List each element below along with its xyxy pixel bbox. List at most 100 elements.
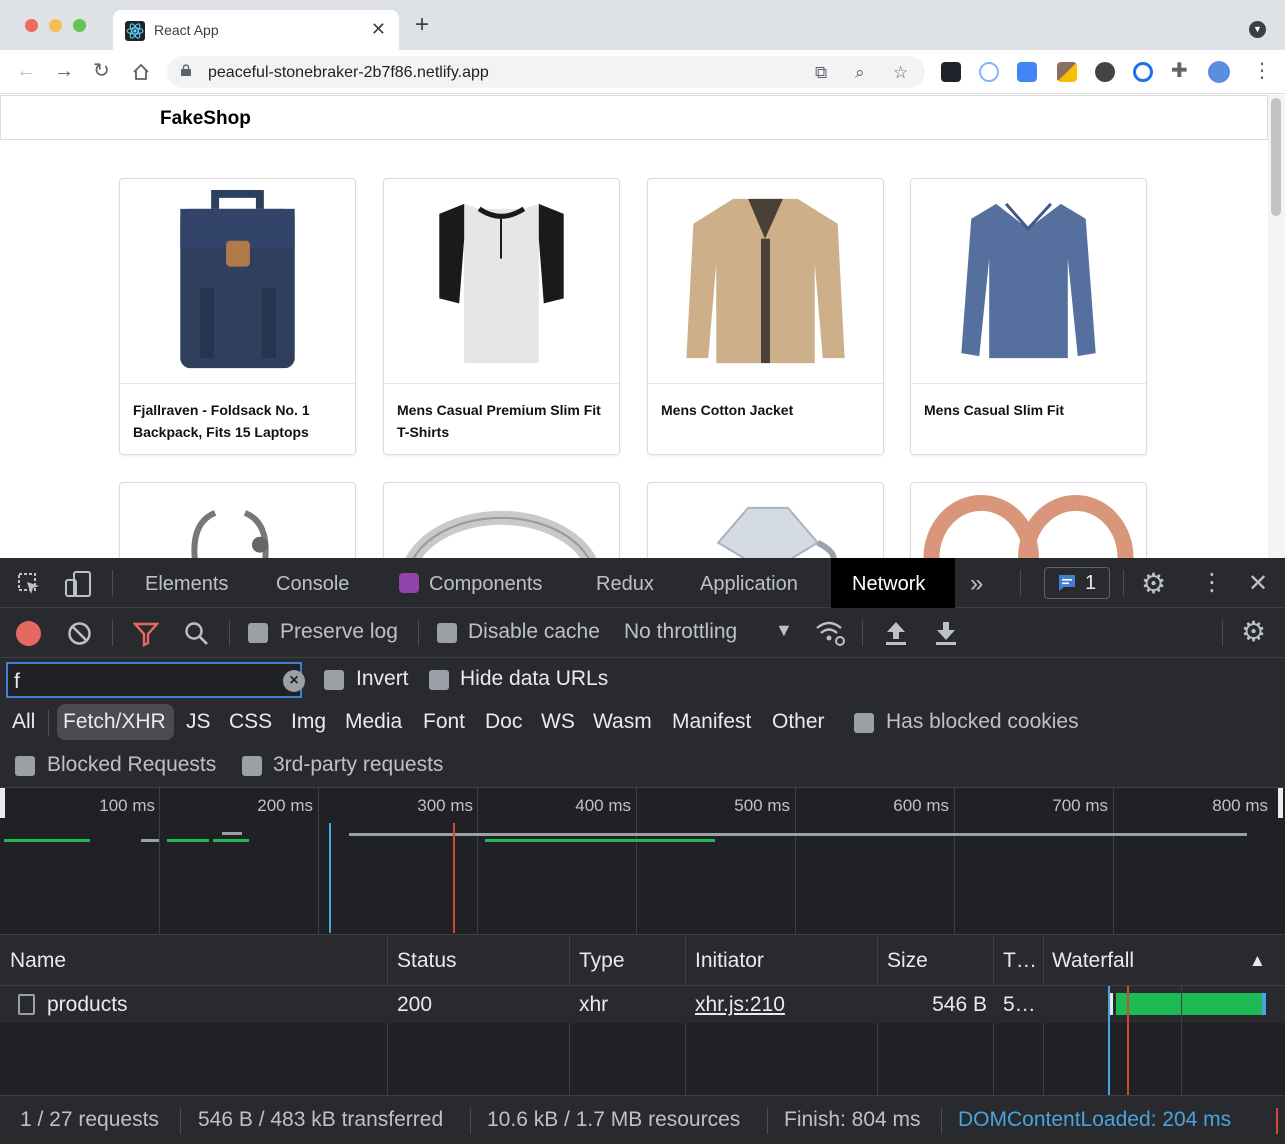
export-har-icon[interactable] bbox=[934, 620, 958, 646]
window-maximize-button[interactable] bbox=[73, 19, 86, 32]
network-status-bar: 1 / 27 requests 546 B / 483 kB transferr… bbox=[0, 1095, 1285, 1144]
device-toolbar-icon[interactable] bbox=[64, 570, 92, 598]
devtools-menu-icon[interactable]: ⋮ bbox=[1200, 568, 1224, 597]
settings-gear-icon[interactable]: ⚙ bbox=[1141, 567, 1166, 600]
table-row[interactable]: products 200 xhr xhr.js:210 546 B 5… bbox=[0, 986, 1285, 1023]
extension-ring-icon[interactable] bbox=[1133, 62, 1153, 82]
react-devtools-extension-icon[interactable] bbox=[941, 62, 961, 82]
extension-target-icon[interactable] bbox=[979, 62, 999, 82]
third-party-requests-label: 3rd-party requests bbox=[273, 753, 444, 776]
browser-tab[interactable]: React App ✕ bbox=[113, 10, 399, 50]
network-conditions-icon[interactable] bbox=[815, 619, 847, 647]
clear-icon[interactable] bbox=[67, 621, 92, 646]
request-name: products bbox=[47, 993, 128, 1016]
more-tabs-icon[interactable]: » bbox=[970, 570, 983, 598]
search-icon[interactable] bbox=[184, 621, 210, 647]
timeline-bar bbox=[213, 839, 249, 842]
page-viewport: FakeShop Fjallraven - Foldsack No. 1 Bac… bbox=[0, 95, 1285, 558]
filter-type-other[interactable]: Other bbox=[772, 710, 825, 734]
column-initiator[interactable]: Initiator bbox=[695, 949, 764, 973]
filter-type-ws[interactable]: WS bbox=[541, 710, 575, 734]
product-card[interactable] bbox=[910, 482, 1147, 558]
filter-type-css[interactable]: CSS bbox=[229, 710, 272, 734]
home-icon[interactable] bbox=[131, 62, 151, 82]
record-button[interactable] bbox=[16, 621, 41, 646]
clear-filter-icon[interactable]: × bbox=[283, 670, 305, 692]
product-card[interactable] bbox=[647, 482, 884, 558]
timeline-tick: 200 ms bbox=[257, 796, 313, 815]
overview-right-handle[interactable] bbox=[1278, 788, 1283, 818]
profile-avatar[interactable] bbox=[1208, 61, 1230, 83]
browser-menu-icon[interactable]: ⋮ bbox=[1252, 59, 1272, 83]
network-overview-timeline[interactable]: 100 ms 200 ms 300 ms 400 ms 500 ms 600 m… bbox=[0, 788, 1285, 935]
bookmark-star-icon[interactable]: ☆ bbox=[893, 63, 908, 83]
preserve-log-checkbox[interactable] bbox=[248, 623, 268, 643]
product-card[interactable]: Mens Casual Slim Fit bbox=[910, 178, 1147, 455]
sort-ascending-icon[interactable]: ▲ bbox=[1249, 951, 1266, 971]
forward-icon[interactable]: → bbox=[54, 59, 74, 83]
filter-type-doc[interactable]: Doc bbox=[485, 710, 522, 734]
overview-left-handle[interactable] bbox=[0, 788, 5, 818]
tab-close-icon[interactable]: ✕ bbox=[371, 19, 386, 40]
tab-components[interactable]: Components bbox=[429, 573, 542, 596]
filter-input[interactable]: f × bbox=[6, 662, 305, 698]
filter-type-font[interactable]: Font bbox=[423, 710, 465, 734]
disable-cache-checkbox[interactable] bbox=[437, 623, 457, 643]
waterfall-dcl-line bbox=[1108, 986, 1110, 1095]
has-blocked-cookies-checkbox[interactable] bbox=[854, 713, 874, 733]
column-name[interactable]: Name bbox=[10, 949, 66, 973]
tab-search-icon[interactable]: ▼ bbox=[1249, 21, 1266, 38]
filter-type-manifest[interactable]: Manifest bbox=[672, 710, 751, 734]
site-brand[interactable]: FakeShop bbox=[160, 108, 251, 130]
zoom-icon[interactable]: ⌕ bbox=[855, 63, 865, 83]
product-card[interactable] bbox=[119, 482, 356, 558]
column-waterfall[interactable]: Waterfall bbox=[1052, 949, 1134, 973]
react-favicon-icon bbox=[125, 21, 145, 41]
requests-table: Name Status Type Initiator Size T… Water… bbox=[0, 935, 1285, 1095]
inspect-element-icon[interactable] bbox=[17, 572, 41, 596]
column-status[interactable]: Status bbox=[397, 949, 457, 973]
throttling-dropdown-icon[interactable]: ▼ bbox=[775, 620, 793, 641]
network-settings-gear-icon[interactable]: ⚙ bbox=[1241, 615, 1266, 648]
product-card[interactable] bbox=[383, 482, 620, 558]
tab-elements[interactable]: Elements bbox=[145, 573, 228, 596]
extension-dots-icon[interactable] bbox=[1095, 62, 1115, 82]
third-party-requests-checkbox[interactable] bbox=[242, 756, 262, 776]
extension-tool-icon[interactable] bbox=[1057, 62, 1077, 82]
back-icon[interactable]: ← bbox=[16, 59, 36, 83]
column-type[interactable]: Type bbox=[579, 949, 625, 973]
window-close-button[interactable] bbox=[25, 19, 38, 32]
filter-type-js[interactable]: JS bbox=[186, 710, 211, 734]
product-card[interactable]: Mens Cotton Jacket bbox=[647, 178, 884, 455]
filter-type-wasm[interactable]: Wasm bbox=[593, 710, 652, 734]
new-tab-button[interactable]: + bbox=[415, 13, 429, 37]
filter-type-media[interactable]: Media bbox=[345, 710, 402, 734]
divider bbox=[1020, 570, 1021, 596]
address-bar[interactable]: peaceful-stonebraker-2b7f86.netlify.app … bbox=[167, 56, 925, 88]
extensions-puzzle-icon[interactable]: ✚ bbox=[1171, 59, 1188, 83]
issues-button[interactable]: 1 bbox=[1044, 567, 1110, 599]
tab-redux[interactable]: Redux bbox=[596, 573, 654, 596]
page-scrollbar-thumb[interactable] bbox=[1271, 98, 1281, 216]
close-devtools-icon[interactable]: ✕ bbox=[1248, 569, 1268, 598]
product-card[interactable]: Mens Casual Premium Slim Fit T-Shirts bbox=[383, 178, 620, 455]
filter-type-img[interactable]: Img bbox=[291, 710, 326, 734]
product-card[interactable]: Fjallraven - Foldsack No. 1 Backpack, Fi… bbox=[119, 178, 356, 455]
reload-icon[interactable]: ↻ bbox=[93, 59, 110, 83]
browser-toolbar: ← → ↻ peaceful-stonebraker-2b7f86.netlif… bbox=[0, 50, 1285, 94]
translate-icon[interactable]: ⧉ bbox=[815, 63, 827, 83]
throttling-select[interactable]: No throttling bbox=[624, 620, 737, 644]
column-time[interactable]: T… bbox=[1003, 949, 1037, 973]
tab-console[interactable]: Console bbox=[276, 573, 349, 596]
tab-application[interactable]: Application bbox=[700, 573, 798, 596]
window-minimize-button[interactable] bbox=[49, 19, 62, 32]
column-size[interactable]: Size bbox=[887, 949, 928, 973]
request-initiator-link[interactable]: xhr.js:210 bbox=[695, 993, 785, 1017]
import-har-icon[interactable] bbox=[884, 620, 908, 646]
invert-checkbox[interactable] bbox=[324, 670, 344, 690]
blocked-requests-checkbox[interactable] bbox=[15, 756, 35, 776]
filter-type-all[interactable]: All bbox=[12, 710, 35, 734]
filter-icon[interactable] bbox=[133, 621, 159, 647]
hide-data-urls-checkbox[interactable] bbox=[429, 670, 449, 690]
google-translate-extension-icon[interactable] bbox=[1017, 62, 1037, 82]
